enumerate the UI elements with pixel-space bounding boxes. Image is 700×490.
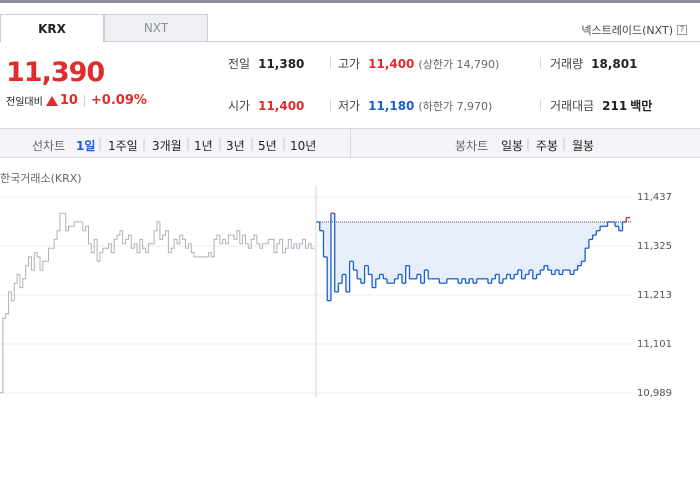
change-percent: +0.09%	[90, 93, 147, 108]
help-icon[interactable]: ?	[677, 25, 687, 35]
amount-unit: 백만	[630, 99, 653, 113]
top-border	[0, 0, 700, 3]
summary-amount: 거래대금 211 백만	[550, 97, 652, 114]
line-chart-label: 선차트	[32, 139, 66, 153]
today-area-fill	[316, 213, 630, 301]
candle-weekly[interactable]: 주봉	[536, 137, 558, 154]
prev-close-value: 11,380	[258, 57, 305, 71]
prev-close-label: 전일	[228, 57, 251, 71]
separator: |	[562, 137, 567, 151]
upper-limit: (상한가 14,790)	[418, 58, 500, 71]
tab-nxt[interactable]: NXT	[104, 14, 208, 42]
summary-open: 시가 11,400	[228, 97, 304, 114]
y-axis-labels: 11,437 11,325 11,213 11,101 10,989	[637, 192, 672, 397]
separator: |	[186, 137, 191, 151]
period-10y[interactable]: 10년	[290, 137, 316, 154]
divider	[350, 129, 351, 157]
exchange-label: 한국거래소(KRX)	[0, 172, 82, 185]
nxt-link-label: 넥스트레이드(NXT)	[581, 24, 673, 37]
volume-label: 거래량	[550, 57, 584, 71]
period-1d[interactable]: 1일	[76, 137, 95, 154]
y-tick-label: 11,325	[637, 241, 672, 252]
chart-period-bar: 선차트 1일 | 1주일 | 3개월 | 1년 | 3년 | 5년 | 10년 …	[0, 128, 700, 158]
summary-prev-close: 전일 11,380	[228, 55, 304, 72]
current-price: 11,390	[6, 57, 105, 88]
summary-high: 고가 11,400 (상한가 14,790)	[338, 55, 499, 72]
y-tick-label: 10,989	[637, 388, 672, 397]
tab-krx[interactable]: KRX	[0, 14, 104, 42]
period-1y[interactable]: 1년	[194, 137, 213, 154]
y-tick-label: 11,437	[637, 192, 672, 203]
separator: |	[250, 137, 255, 151]
intraday-chart[interactable]: 11,437 11,325 11,213 11,101 10,989	[0, 185, 700, 397]
period-5y[interactable]: 5년	[258, 137, 277, 154]
high-label: 고가	[338, 57, 361, 71]
separator: |	[526, 137, 531, 151]
candle-chart-label: 봉차트	[455, 139, 489, 153]
separator: |	[282, 137, 287, 151]
divider	[330, 99, 331, 111]
divider	[83, 94, 85, 107]
separator: |	[218, 137, 223, 151]
divider	[540, 99, 541, 111]
low-label: 저가	[338, 99, 361, 113]
period-3y[interactable]: 3년	[226, 137, 245, 154]
candle-monthly[interactable]: 월봉	[572, 137, 594, 154]
lower-limit: (하한가 7,970)	[418, 100, 493, 113]
y-tick-label: 11,213	[637, 290, 672, 301]
tab-underline	[208, 41, 700, 42]
separator: |	[142, 137, 147, 151]
high-value: 11,400	[368, 57, 415, 71]
amount-value: 211	[602, 99, 628, 113]
amount-label: 거래대금	[550, 99, 595, 113]
up-triangle-icon	[45, 95, 58, 106]
low-value: 11,180	[368, 99, 415, 113]
change-value: 10	[59, 93, 78, 108]
candle-daily[interactable]: 일봉	[501, 137, 523, 154]
change-label: 전일대비	[6, 97, 43, 108]
y-tick-label: 11,101	[637, 339, 672, 350]
open-label: 시가	[228, 99, 251, 113]
divider	[330, 57, 331, 69]
open-value: 11,400	[258, 99, 305, 113]
period-3m[interactable]: 3개월	[152, 137, 182, 154]
summary-low: 저가 11,180 (하한가 7,970)	[338, 97, 492, 114]
divider	[540, 57, 541, 69]
previous-day-line	[0, 212, 314, 394]
price-change: 전일대비 10 +0.09%	[6, 93, 147, 108]
separator: |	[98, 137, 103, 151]
period-1w[interactable]: 1주일	[108, 137, 138, 154]
volume-value: 18,801	[591, 57, 638, 71]
nxt-link[interactable]: 넥스트레이드(NXT) ?	[581, 22, 687, 38]
summary-volume: 거래량 18,801	[550, 55, 637, 72]
